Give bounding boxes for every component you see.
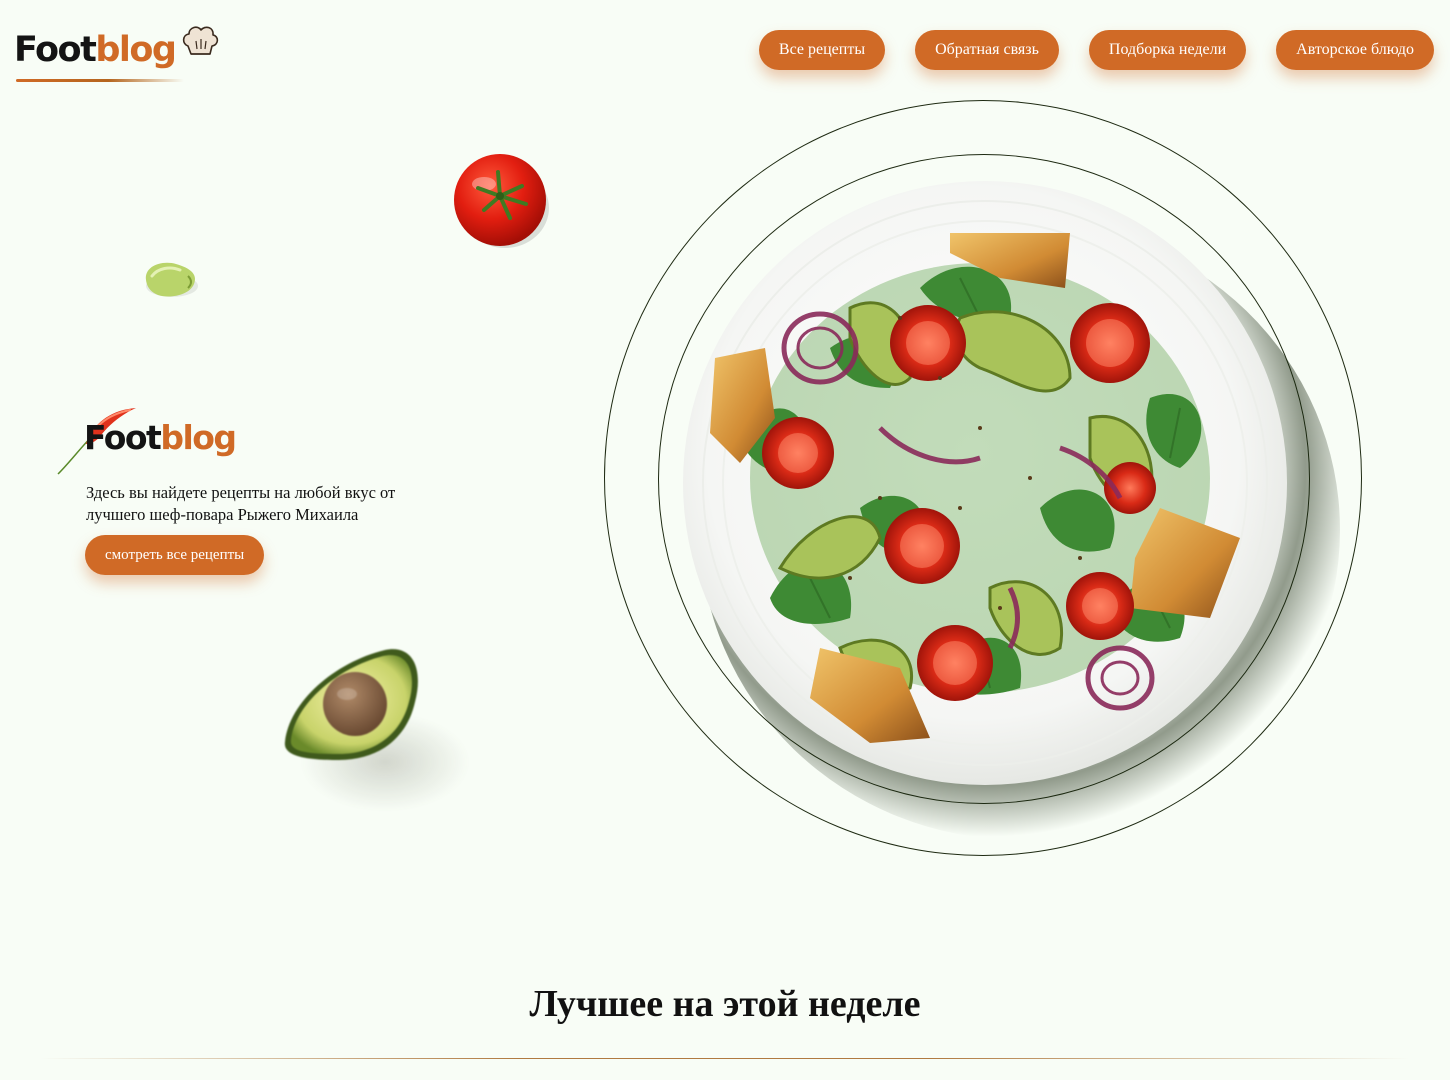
hero-logo-text-blog: blog [160,418,237,457]
page: Footblog Все рецепты Обратная связь Подб… [0,0,1450,1080]
logo-underline [16,79,184,82]
main-nav: Все рецепты Обратная связь Подборка неде… [758,30,1434,70]
logo-text-foot: Foot [14,30,97,70]
hero-logo: Footblog [56,404,286,478]
salad-plate-image [683,181,1287,785]
logo-text-blog: blog [95,30,177,70]
site-logo[interactable]: Footblog [14,24,219,86]
nav-feedback-button[interactable]: Обратная связь [915,30,1059,70]
bean-image [145,262,198,297]
nav-all-recipes-button[interactable]: Все рецепты [758,30,886,70]
hero-logo-text-foot: Foot [84,418,162,457]
view-all-recipes-button[interactable]: смотреть все рецепты [85,535,265,575]
section-title: Лучшее на этой неделе [529,983,921,1025]
hero-logo-text: Footblog [84,416,237,460]
nav-author-dish-button[interactable]: Авторское блюдо [1276,30,1434,70]
chef-hat-icon [182,26,219,55]
section-divider [40,1058,1410,1059]
avocado-image [284,649,470,812]
tomato-image [454,154,549,248]
hero-description: Здесь вы найдете рецепты на любой вкус о… [86,483,396,524]
nav-week-selection-button[interactable]: Подборка недели [1088,30,1247,70]
logo-text: Footblog [14,28,177,72]
